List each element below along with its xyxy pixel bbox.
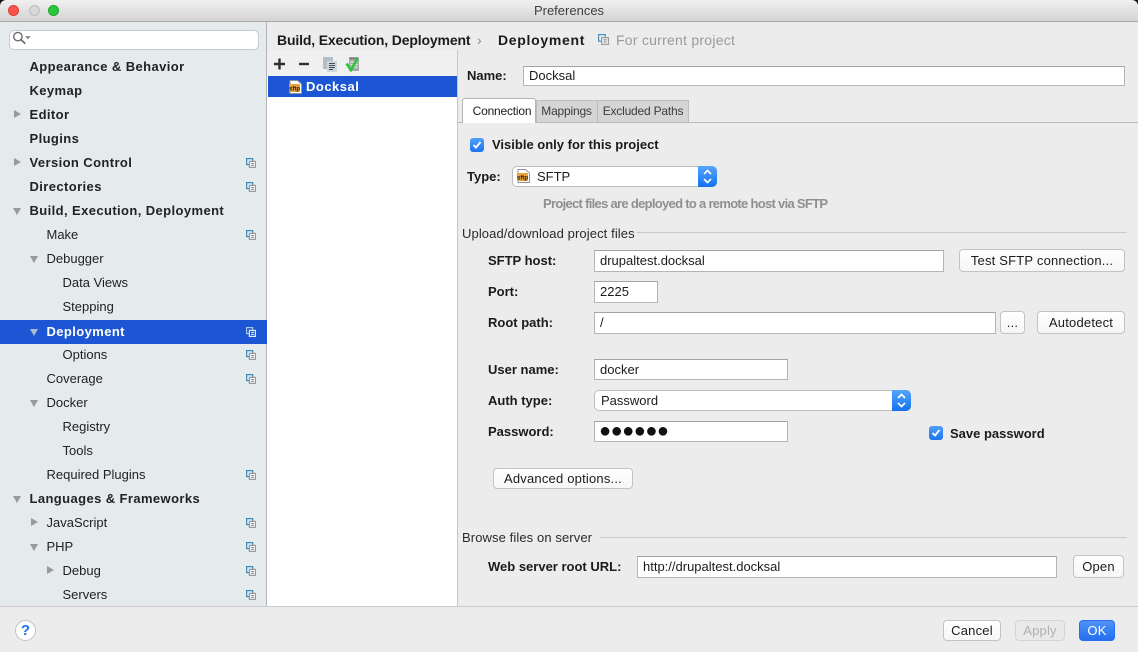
svg-text:sftp: sftp: [517, 176, 528, 182]
svg-text:sftp: sftp: [289, 87, 300, 93]
